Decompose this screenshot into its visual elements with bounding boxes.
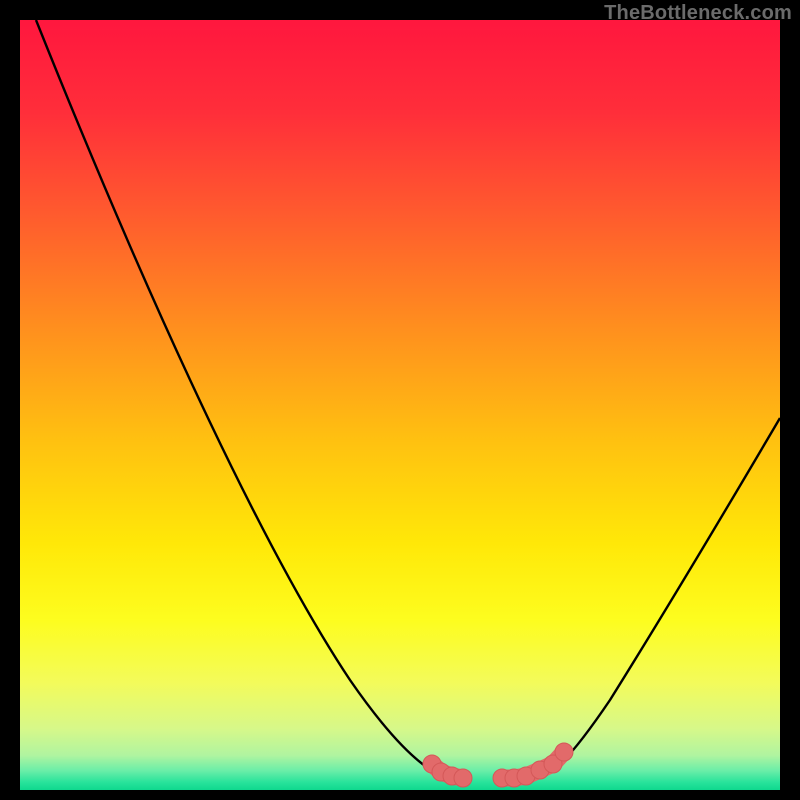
watermark-text: TheBottleneck.com xyxy=(604,2,792,25)
marker-dot xyxy=(454,769,472,787)
bottleneck-plot xyxy=(0,0,800,800)
marker-dot xyxy=(555,743,573,761)
gradient-background xyxy=(20,20,780,790)
chart-stage: TheBottleneck.com xyxy=(0,0,800,800)
